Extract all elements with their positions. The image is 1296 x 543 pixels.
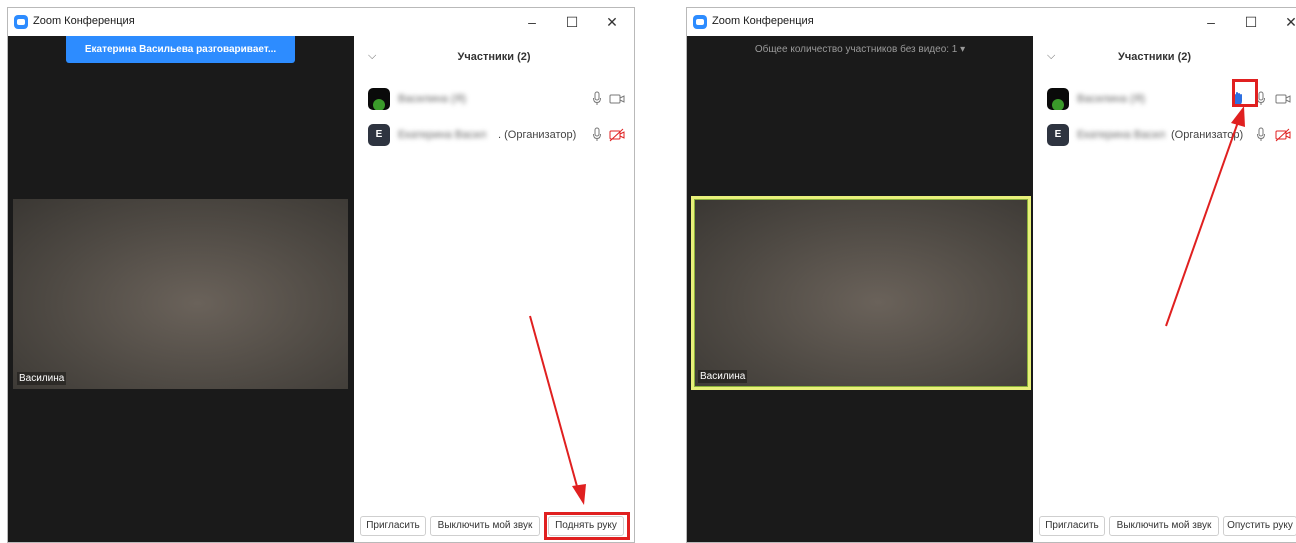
microphone-icon[interactable] — [1256, 91, 1266, 107]
participants-panel: ⌵ Участники (2) Василина (Я) E Екатерина… — [1033, 36, 1296, 542]
panel-header: ⌵ Участники (2) — [354, 36, 634, 78]
participant-name: Василина (Я) — [1077, 93, 1146, 105]
minimize-button[interactable]: – — [514, 11, 550, 33]
participant-name: Василина (Я) — [398, 93, 467, 105]
participant-row[interactable]: E Екатерина Васил (Организатор) — [1047, 124, 1296, 148]
participant-name: Екатерина Васил — [1077, 129, 1166, 141]
lower-hand-button[interactable]: Опустить руку — [1223, 516, 1296, 536]
maximize-button[interactable]: ☐ — [1233, 11, 1269, 33]
window-title: Zoom Конференция — [33, 15, 135, 27]
raised-hand-icon — [1232, 92, 1242, 105]
participants-title: Участники (2) — [457, 51, 531, 63]
participant-row[interactable]: Василина (Я) — [368, 88, 634, 112]
video-name-label: Василина — [17, 372, 67, 385]
video-area: Екатерина Васильева разговаривает... Вас… — [8, 36, 354, 542]
close-button[interactable]: ✕ — [1273, 11, 1296, 33]
title-bar: Zoom Конференция – ☐ ✕ — [687, 8, 1296, 36]
participant-role: (Организатор) — [1171, 129, 1244, 141]
participants-title: Участники (2) — [1117, 51, 1192, 63]
active-speaker-banner: Екатерина Васильева разговаривает... — [66, 36, 295, 63]
window-title: Zoom Конференция — [712, 15, 814, 27]
no-video-count-dropdown[interactable]: Общее количество участников без видео: 1… — [687, 44, 1033, 55]
avatar: E — [1047, 124, 1069, 146]
video-tile[interactable]: Василина — [13, 199, 348, 389]
minimize-button[interactable]: – — [1193, 11, 1229, 33]
mute-button[interactable]: Выключить мой звук — [1109, 516, 1219, 536]
maximize-button[interactable]: ☐ — [554, 11, 590, 33]
zoom-window-after: Zoom Конференция – ☐ ✕ Общее количество … — [686, 7, 1296, 543]
avatar: E — [368, 124, 390, 146]
zoom-window-before: Zoom Конференция – ☐ ✕ Екатерина Василье… — [7, 7, 635, 543]
title-bar: Zoom Конференция – ☐ ✕ — [8, 8, 634, 36]
close-button[interactable]: ✕ — [594, 11, 630, 33]
participant-role: . (Организатор) — [498, 129, 577, 141]
video-tile-active[interactable]: Василина — [691, 196, 1031, 390]
caret-down-icon: ▾ — [960, 44, 966, 55]
no-video-count-text: Общее количество участников без видео: 1 — [754, 44, 958, 55]
raise-hand-button[interactable]: Поднять руку — [548, 516, 624, 536]
video-name-label: Василина — [698, 370, 748, 383]
panel-header: ⌵ Участники (2) — [1033, 36, 1296, 78]
participant-row[interactable]: Василина (Я) — [1047, 88, 1296, 112]
video-off-icon[interactable] — [609, 128, 625, 142]
microphone-icon[interactable] — [1256, 127, 1266, 143]
microphone-icon[interactable] — [592, 91, 602, 107]
mute-button[interactable]: Выключить мой звук — [430, 516, 540, 536]
participants-panel: ⌵ Участники (2) Василина (Я) E Екатерина… — [354, 36, 634, 542]
participant-name: Екатерина Васил — [398, 129, 487, 141]
microphone-icon[interactable] — [592, 127, 602, 143]
invite-button[interactable]: Пригласить — [360, 516, 426, 536]
video-area: Общее количество участников без видео: 1… — [687, 36, 1033, 542]
video-camera-icon[interactable] — [609, 92, 625, 106]
avatar — [1047, 88, 1069, 110]
zoom-logo-icon — [693, 15, 707, 29]
video-off-icon[interactable] — [1275, 128, 1291, 142]
participant-row[interactable]: E Екатерина Васил . (Организатор) — [368, 124, 634, 148]
avatar — [368, 88, 390, 110]
video-camera-icon[interactable] — [1275, 92, 1291, 106]
invite-button[interactable]: Пригласить — [1039, 516, 1105, 536]
zoom-logo-icon — [14, 15, 28, 29]
